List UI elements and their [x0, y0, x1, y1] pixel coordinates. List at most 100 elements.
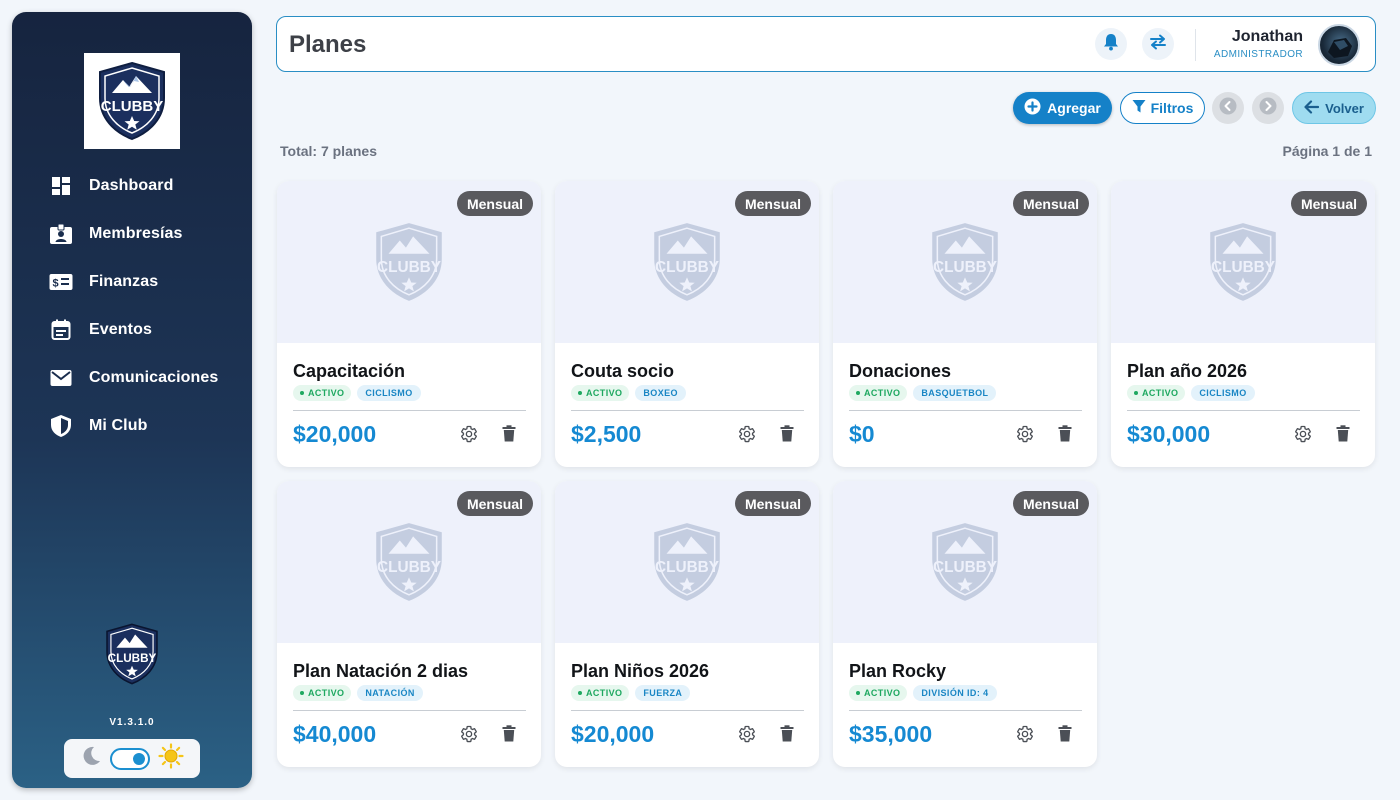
plan-tags: ACTIVO CICLISMO — [293, 385, 421, 401]
add-plan-button[interactable]: Agregar — [1013, 92, 1112, 124]
user-role: ADMINISTRADOR — [1213, 49, 1303, 60]
trash-icon — [780, 725, 794, 747]
main-nav: Dashboard Membresías $ Finanzas Eventos … — [12, 162, 252, 450]
delete-button[interactable] — [775, 424, 799, 448]
status-text: ACTIVO — [586, 388, 623, 398]
delete-button[interactable] — [497, 424, 521, 448]
chevron-left-icon — [1219, 97, 1237, 120]
plans-total: Total: 7 planes — [280, 143, 377, 159]
plan-image-placeholder: CLUBBY Mensual — [277, 181, 541, 343]
page-title: Planes — [289, 31, 367, 58]
status-dot — [1134, 391, 1138, 395]
sidebar-item-label: Eventos — [89, 321, 152, 338]
category-badge: BOXEO — [635, 385, 686, 401]
sidebar-item-label: Membresías — [89, 225, 183, 242]
settings-button[interactable] — [1291, 424, 1315, 448]
gear-icon — [738, 725, 756, 748]
settings-button[interactable] — [735, 724, 759, 748]
delete-button[interactable] — [1331, 424, 1355, 448]
status-text: ACTIVO — [864, 688, 901, 698]
plan-card[interactable]: CLUBBY Mensual Plan Rocky ACTIVO DIVISIÓ… — [833, 481, 1097, 767]
plan-card[interactable]: CLUBBY Mensual Donaciones ACTIVO BASQUET… — [833, 181, 1097, 467]
sidebar-item-finanzas[interactable]: $ Finanzas — [12, 258, 252, 306]
card-divider — [293, 410, 526, 411]
status-badge: ACTIVO — [1127, 385, 1186, 401]
plan-card[interactable]: CLUBBY Mensual Plan Niños 2026 ACTIVO FU… — [555, 481, 819, 767]
moon-icon[interactable] — [80, 745, 102, 772]
sidebar: CLUBBY Dashboard Membresías $ Finanzas E… — [12, 12, 252, 788]
delete-button[interactable] — [497, 724, 521, 748]
sidebar-item-eventos[interactable]: Eventos — [12, 306, 252, 354]
theme-toggle[interactable] — [110, 747, 150, 770]
plan-card[interactable]: CLUBBY Mensual Capacitación ACTIVO CICLI… — [277, 181, 541, 467]
plan-name: Plan Niños 2026 — [571, 661, 710, 681]
switch-club-button[interactable] — [1142, 28, 1174, 60]
card-divider — [571, 410, 804, 411]
back-button[interactable]: Volver — [1292, 92, 1376, 124]
status-dot — [856, 391, 860, 395]
app-version: V1.3.1.0 — [109, 717, 155, 728]
sidebar-item-mi-club[interactable]: Mi Club — [12, 402, 252, 450]
filters-button[interactable]: Filtros — [1120, 92, 1205, 124]
settings-button[interactable] — [457, 424, 481, 448]
delete-button[interactable] — [775, 724, 799, 748]
sidebar-item-label: Dashboard — [89, 177, 174, 194]
settings-button[interactable] — [735, 424, 759, 448]
plan-card[interactable]: CLUBBY Mensual Couta socio ACTIVO BOXEO … — [555, 181, 819, 467]
mail-icon — [48, 365, 74, 391]
plan-tags: ACTIVO BASQUETBOL — [849, 385, 997, 401]
sidebar-item-membresias[interactable]: Membresías — [12, 210, 252, 258]
avatar[interactable] — [1318, 24, 1360, 66]
plan-card[interactable]: CLUBBY Mensual Plan Natación 2 dias ACTI… — [277, 481, 541, 767]
card-divider — [571, 710, 804, 711]
previous-page-button[interactable] — [1212, 92, 1244, 124]
status-badge: ACTIVO — [571, 385, 630, 401]
delete-button[interactable] — [1053, 424, 1077, 448]
club-logo[interactable]: CLUBBY — [84, 53, 180, 149]
sidebar-item-label: Mi Club — [89, 417, 148, 434]
sidebar-item-label: Comunicaciones — [89, 369, 219, 386]
billing-period-badge: Mensual — [1012, 491, 1089, 516]
plan-tags: ACTIVO CICLISMO — [1127, 385, 1255, 401]
plan-card[interactable]: CLUBBY Mensual Plan año 2026 ACTIVO CICL… — [1111, 181, 1375, 467]
status-badge: ACTIVO — [293, 385, 352, 401]
svg-text:CLUBBY: CLUBBY — [933, 559, 997, 576]
settings-button[interactable] — [457, 724, 481, 748]
user-name: Jonathan — [1231, 28, 1303, 45]
status-text: ACTIVO — [586, 688, 623, 698]
settings-button[interactable] — [1013, 424, 1037, 448]
plan-price: $2,500 — [571, 421, 642, 447]
plan-tags: ACTIVO BOXEO — [571, 385, 686, 401]
funnel-icon — [1132, 99, 1146, 117]
category-badge: CICLISMO — [357, 385, 421, 401]
add-plan-label: Agregar — [1047, 100, 1101, 116]
sidebar-item-dashboard[interactable]: Dashboard — [12, 162, 252, 210]
next-page-button[interactable] — [1252, 92, 1284, 124]
card-divider — [1127, 410, 1360, 411]
billing-period-badge: Mensual — [456, 191, 533, 216]
sun-icon[interactable] — [158, 743, 184, 774]
billing-period-badge: Mensual — [734, 191, 811, 216]
category-badge: NATACIÓN — [357, 685, 423, 701]
sidebar-item-comunicaciones[interactable]: Comunicaciones — [12, 354, 252, 402]
trash-icon — [502, 725, 516, 747]
plus-circle-icon — [1024, 98, 1041, 118]
notifications-button[interactable] — [1095, 28, 1127, 60]
toggle-knob — [133, 752, 145, 765]
delete-button[interactable] — [1053, 724, 1077, 748]
filters-label: Filtros — [1150, 100, 1194, 116]
plan-price: $0 — [849, 421, 875, 447]
plan-name: Plan año 2026 — [1127, 361, 1248, 381]
plan-name: Donaciones — [849, 361, 952, 381]
gear-icon — [738, 425, 756, 448]
plan-name: Plan Natación 2 dias — [293, 661, 469, 681]
back-label: Volver — [1325, 100, 1364, 116]
category-badge: DIVISIÓN ID: 4 — [913, 685, 997, 701]
settings-button[interactable] — [1013, 724, 1037, 748]
status-text: ACTIVO — [308, 688, 345, 698]
category-badge: BASQUETBOL — [913, 385, 997, 401]
category-badge: FUERZA — [635, 685, 691, 701]
billing-period-badge: Mensual — [1290, 191, 1367, 216]
sidebar-logo: CLUBBY — [100, 622, 164, 686]
plan-name: Couta socio — [571, 361, 675, 381]
